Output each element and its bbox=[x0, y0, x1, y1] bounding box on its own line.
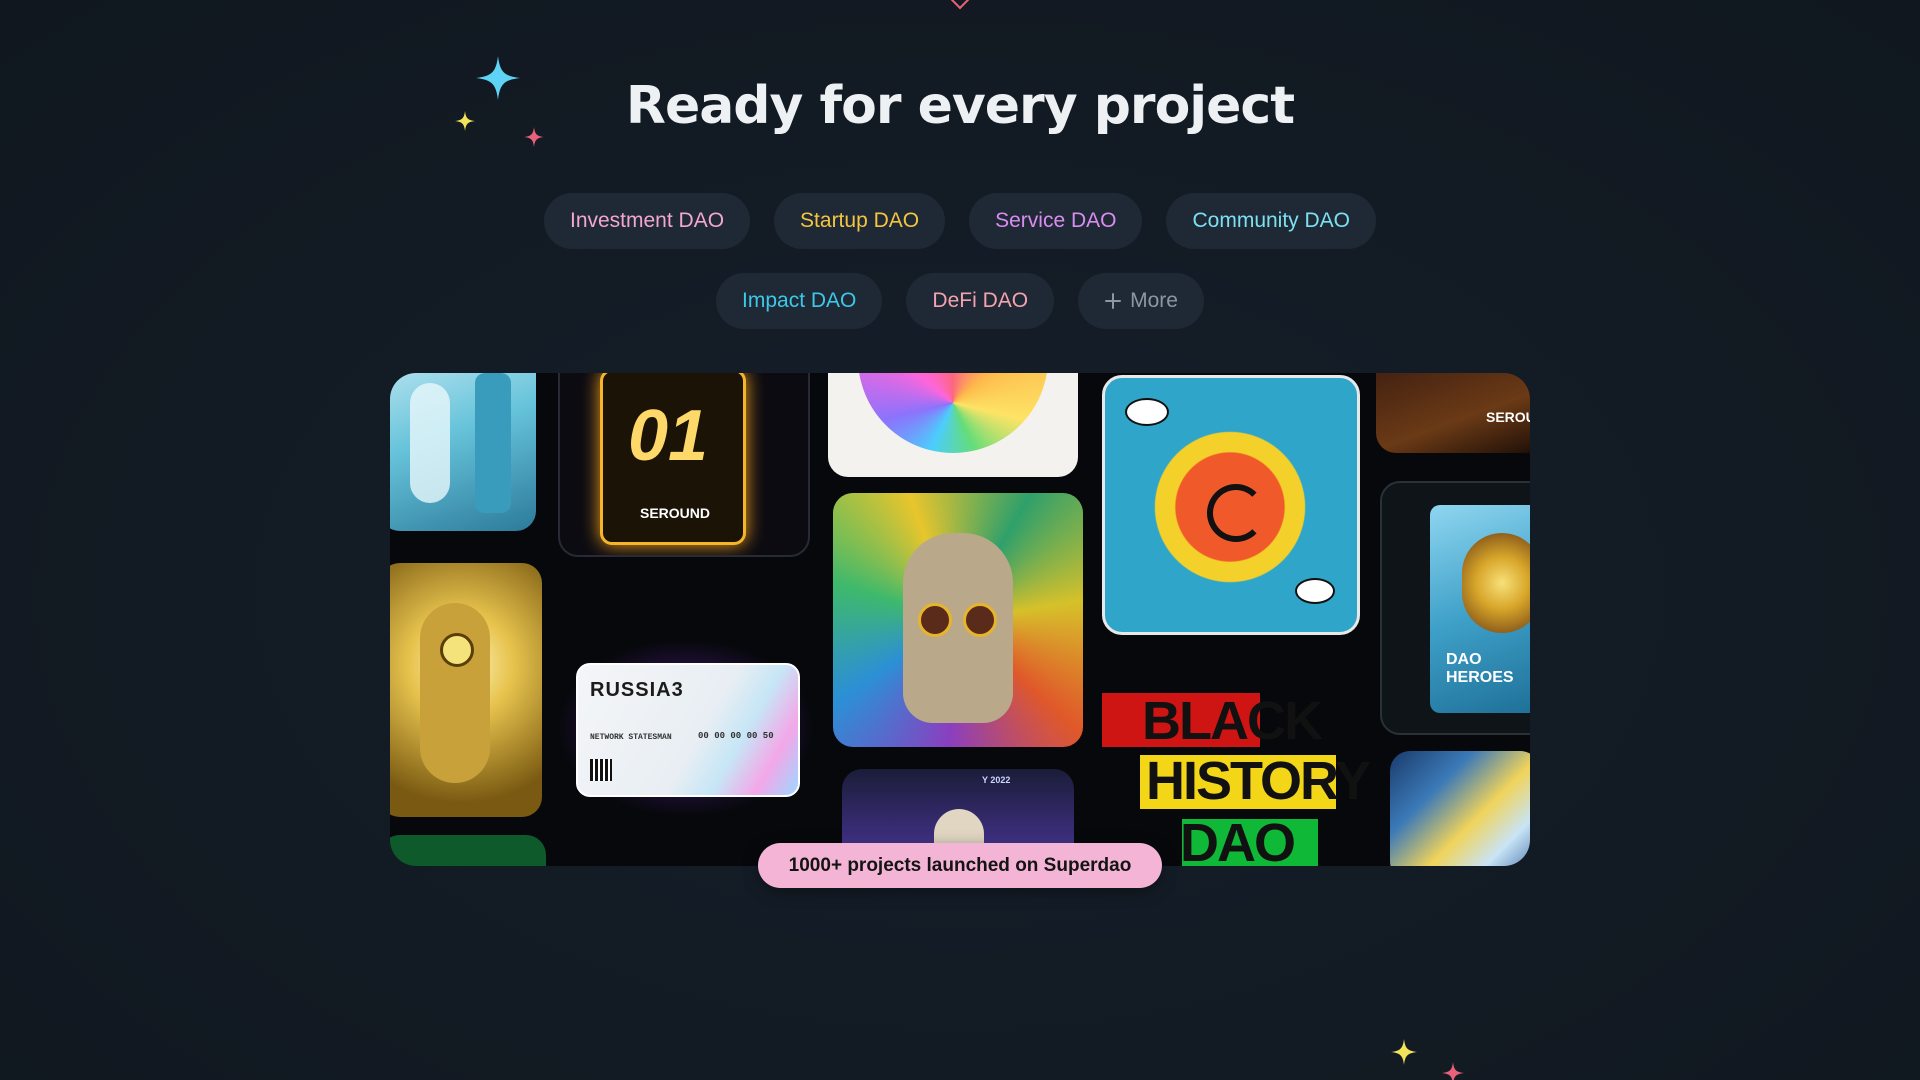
project-tile[interactable]: BLACK HISTORY DAO bbox=[1102, 673, 1372, 866]
project-tile[interactable] bbox=[390, 835, 546, 866]
more-button[interactable]: More bbox=[1078, 273, 1204, 329]
coin-icon bbox=[1207, 484, 1265, 542]
chip-label: Service DAO bbox=[995, 209, 1117, 232]
russia-subtitle: NETWORK STATESMAN bbox=[590, 733, 672, 742]
serotonin-number: 01 bbox=[628, 396, 709, 476]
chip-label: Impact DAO bbox=[742, 289, 857, 312]
project-tile[interactable]: 01 SEROUND bbox=[558, 373, 810, 557]
projects-launched-badge: 1000+ projects launched on Superdao bbox=[758, 843, 1162, 888]
project-tile[interactable] bbox=[390, 563, 542, 817]
chip-impact-dao[interactable]: Impact DAO bbox=[716, 273, 883, 329]
black-history-line-3: DAO bbox=[1180, 813, 1296, 866]
qr-code-icon bbox=[590, 759, 612, 781]
plus-icon bbox=[1105, 293, 1122, 309]
project-tile[interactable] bbox=[833, 493, 1083, 747]
chip-startup-dao[interactable]: Startup DAO bbox=[774, 193, 946, 249]
chip-label: Startup DAO bbox=[800, 209, 920, 232]
category-chips-row-1: Investment DAO Startup DAO Service DAO C… bbox=[0, 193, 1920, 249]
chip-community-dao[interactable]: Community DAO bbox=[1166, 193, 1377, 249]
chip-label: More bbox=[1130, 289, 1178, 312]
project-tile[interactable]: SEROU bbox=[1376, 373, 1530, 453]
project-tile[interactable] bbox=[390, 373, 536, 531]
chip-investment-dao[interactable]: Investment DAO bbox=[543, 193, 751, 249]
serotonin-label-small: SEROU bbox=[1486, 409, 1530, 425]
chip-service-dao[interactable]: Service DAO bbox=[969, 193, 1143, 249]
chevron-down-icon bbox=[948, 0, 972, 10]
chip-label: Investment DAO bbox=[569, 209, 725, 232]
page-title: Ready for every project bbox=[625, 76, 1295, 136]
dao-heroes-line-1: DAO bbox=[1446, 651, 1482, 668]
project-gallery: 01 SEROUND RUSSIA3 NETWORK STATESMAN 00 … bbox=[390, 373, 1530, 866]
project-tile[interactable]: DAO HEROES bbox=[1380, 481, 1530, 735]
project-tile[interactable] bbox=[1390, 751, 1530, 866]
black-history-line-1: BLACK bbox=[1142, 691, 1323, 751]
sparkle-icon bbox=[1442, 1062, 1464, 1080]
chip-label: Community DAO bbox=[1192, 209, 1351, 232]
russia-title: RUSSIA3 bbox=[590, 679, 684, 701]
project-tile[interactable] bbox=[1102, 375, 1360, 635]
chip-label: DeFi DAO bbox=[932, 289, 1029, 312]
project-tile[interactable]: RUSSIA3 NETWORK STATESMAN 00 00 00 00 50 bbox=[556, 638, 816, 818]
project-tile[interactable] bbox=[828, 373, 1078, 477]
russia-digits: 00 00 00 00 50 bbox=[698, 731, 774, 741]
dao-heroes-line-2: HEROES bbox=[1446, 669, 1514, 686]
video-date: Y 2022 bbox=[982, 775, 1011, 785]
serotonin-label: SEROUND bbox=[640, 505, 711, 521]
chip-defi-dao[interactable]: DeFi DAO bbox=[906, 273, 1055, 329]
black-history-line-2: HISTORY bbox=[1146, 751, 1371, 811]
category-chips-row-2: Impact DAO DeFi DAO More bbox=[0, 273, 1920, 329]
sparkle-icon bbox=[1391, 1039, 1417, 1065]
page: Ready for every project Investment DAO S… bbox=[0, 0, 1920, 1080]
